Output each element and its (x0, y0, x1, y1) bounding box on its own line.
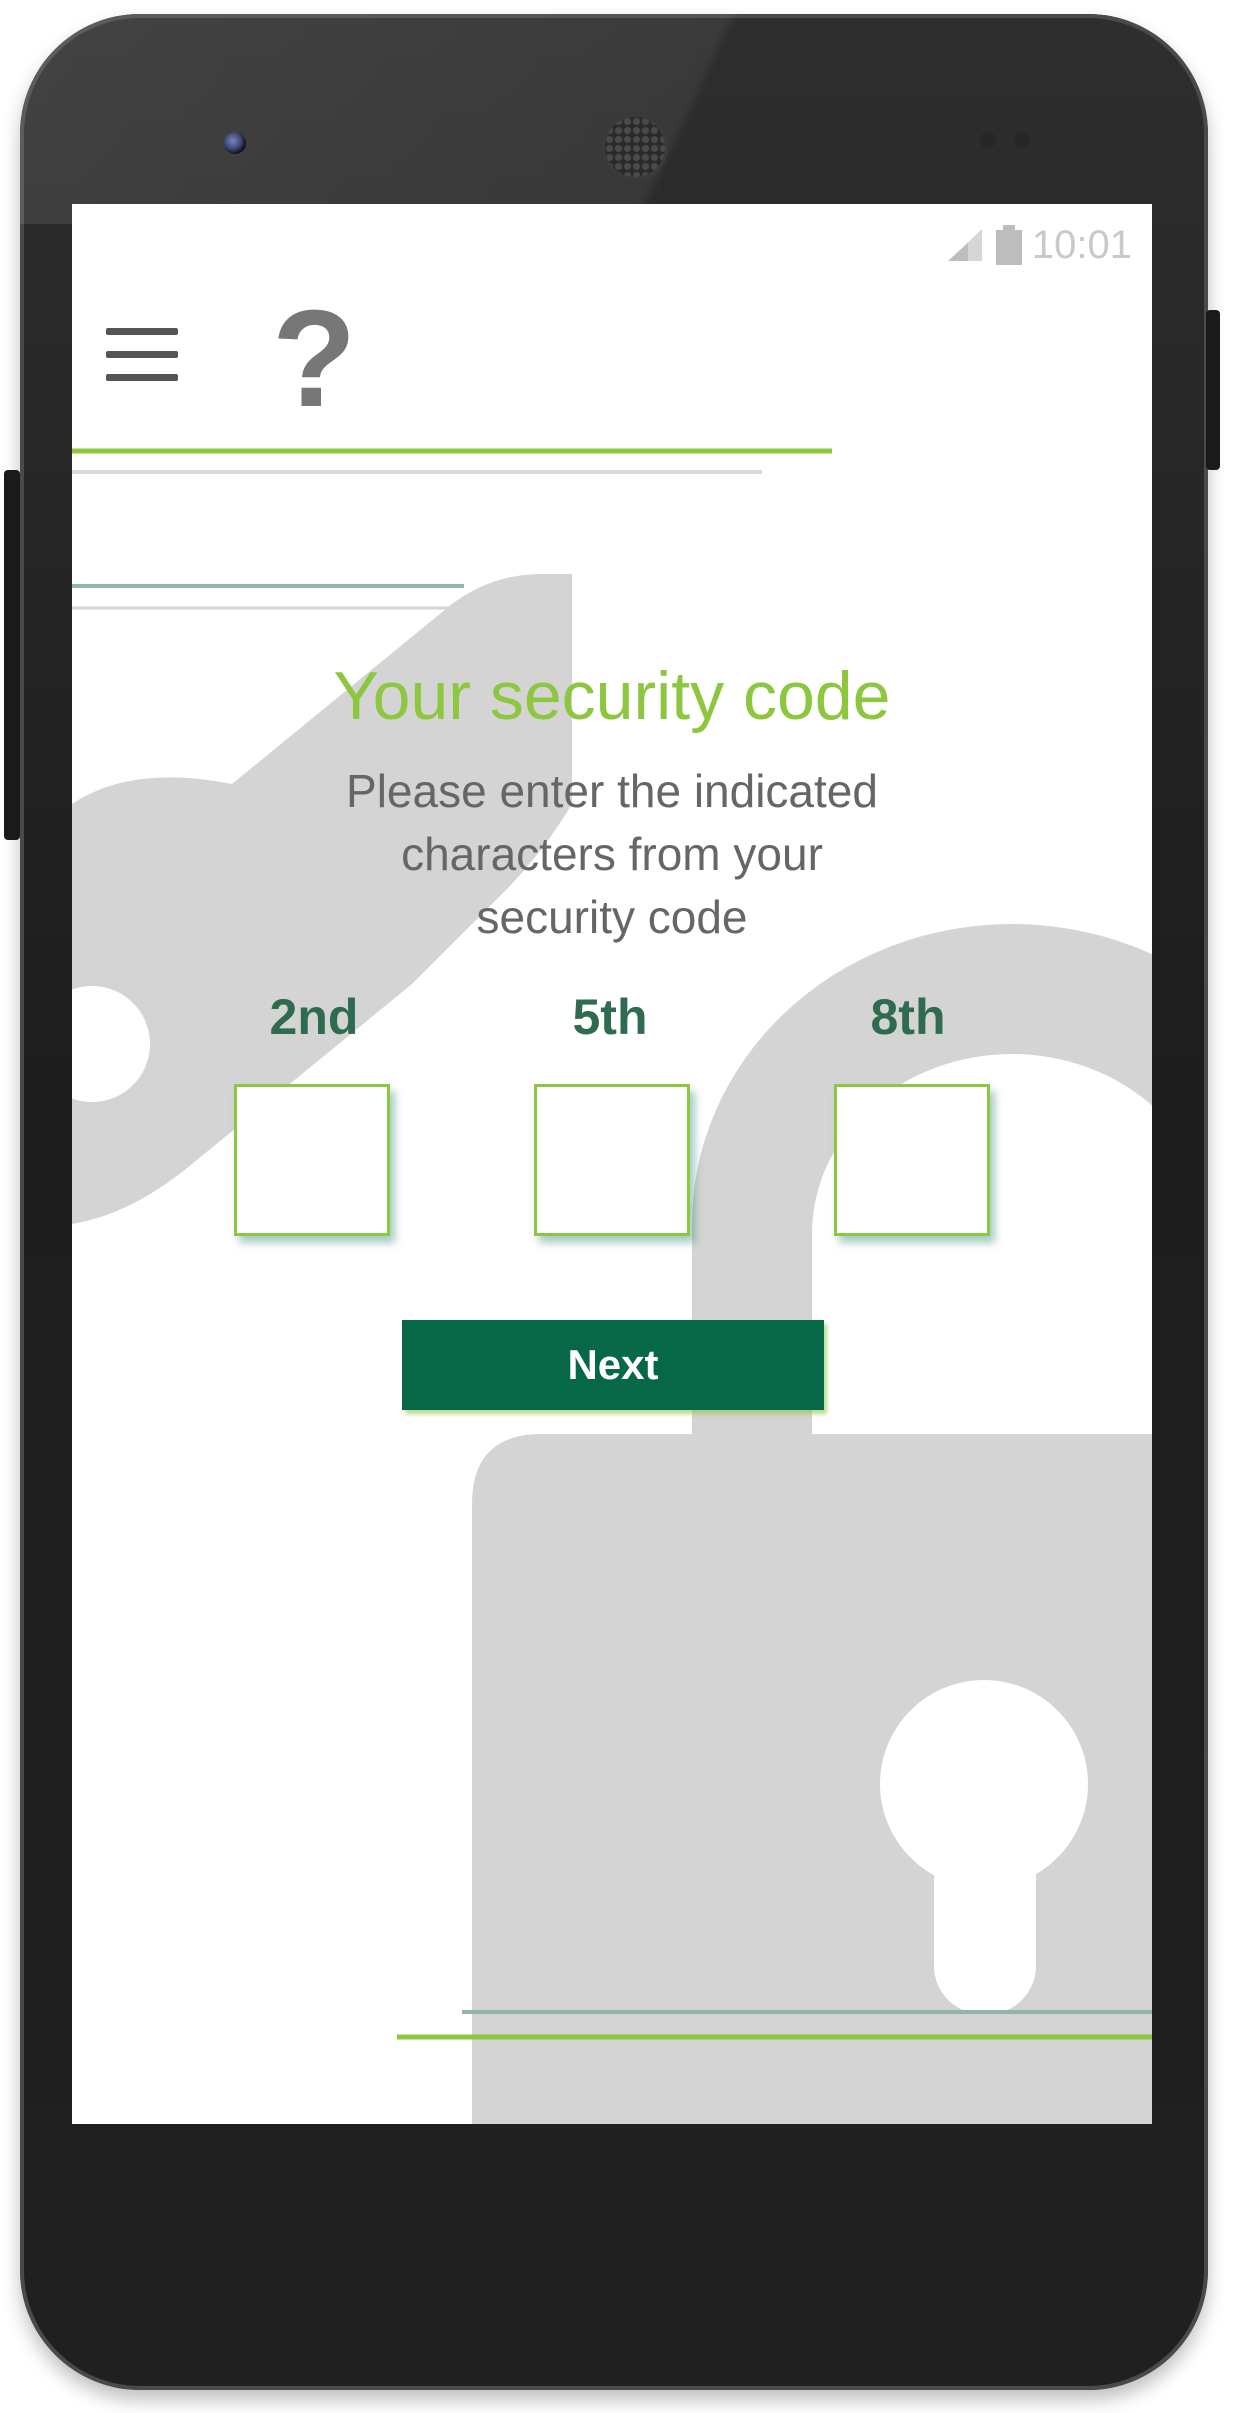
signal-icon (947, 229, 982, 261)
proximity-sensor (980, 132, 996, 148)
phone-gloss (20, 14, 1208, 224)
light-sensor (1014, 132, 1030, 148)
status-bar: 10:01 (946, 220, 1132, 270)
app-screen: 10:01 ? Your security code Please enter … (72, 204, 1152, 2124)
hamburger-menu-icon[interactable] (106, 328, 178, 388)
front-camera (224, 132, 246, 154)
code-label-2nd: 2nd (269, 989, 359, 1045)
next-button[interactable]: Next (402, 1320, 824, 1410)
code-input-8th[interactable] (834, 1084, 990, 1236)
volume-button (4, 470, 20, 840)
instructions-line: security code (476, 891, 748, 943)
help-icon[interactable]: ? (272, 290, 356, 428)
code-input-5th[interactable] (534, 1084, 690, 1236)
page-title: Your security code (333, 658, 891, 734)
status-time: 10:01 (1031, 222, 1132, 267)
instructions-line: characters from your (401, 828, 823, 880)
instructions-text: Please enter the indicated characters fr… (312, 760, 912, 949)
code-label-5th: 5th (572, 989, 648, 1045)
code-input-2nd[interactable] (234, 1084, 390, 1236)
battery-icon (995, 225, 1022, 265)
earpiece-speaker (602, 114, 668, 180)
instructions-line: Please enter the indicated (346, 765, 878, 817)
code-label-8th: 8th (870, 989, 946, 1045)
power-button (1206, 310, 1220, 470)
